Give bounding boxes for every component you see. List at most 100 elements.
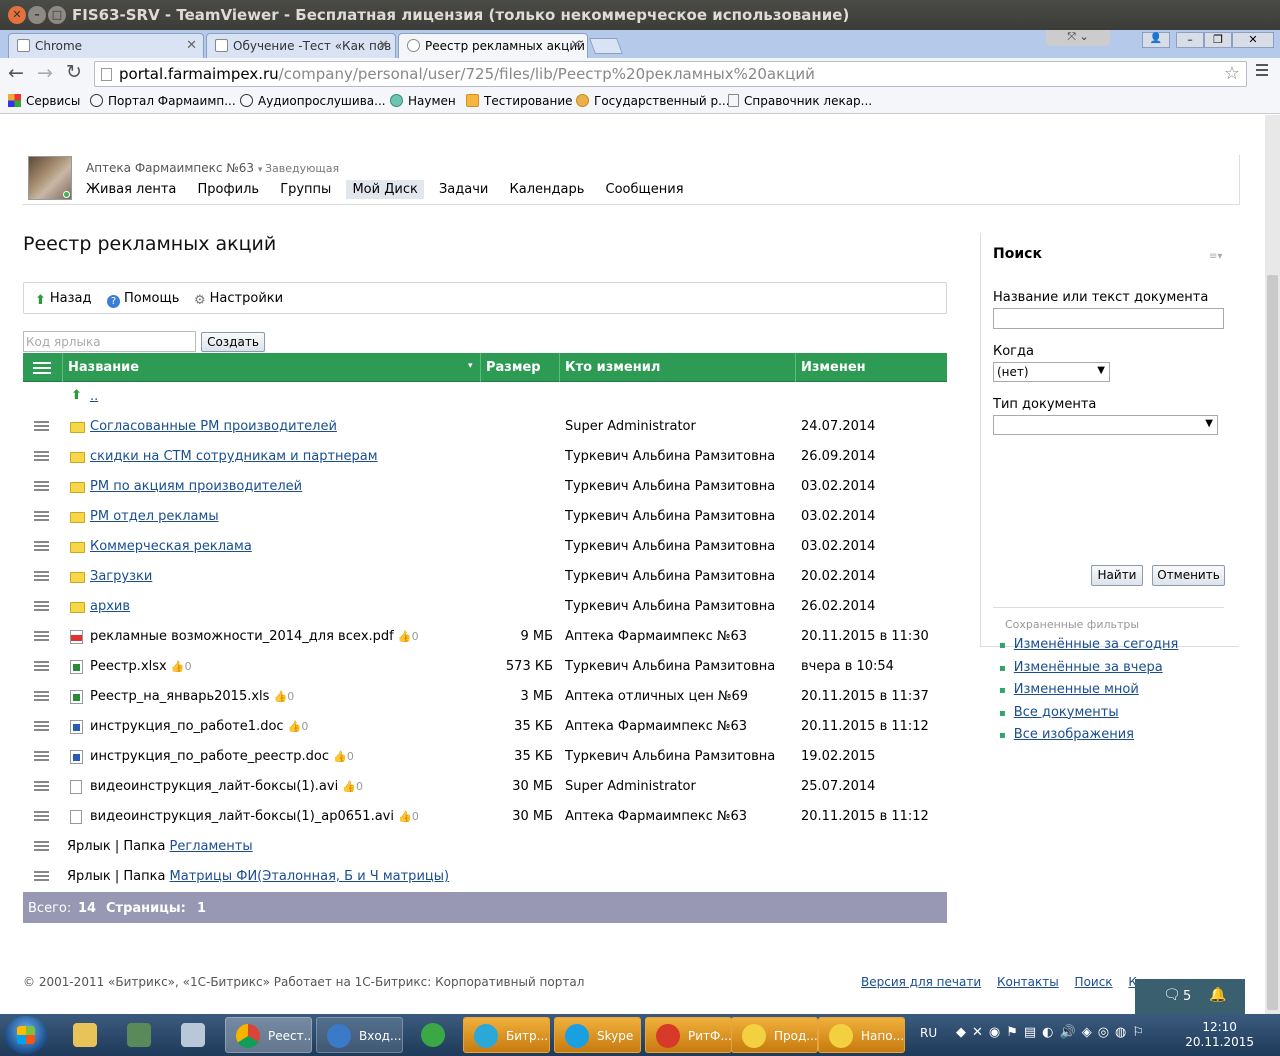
bookmark-audio[interactable]: Аудиопрослушива... [240, 94, 386, 108]
row-menu-icon[interactable] [34, 781, 49, 791]
like-icon[interactable]: 👍 [333, 750, 347, 763]
table-row[interactable]: рекламные возможности_2014_для всех.pdf … [23, 622, 947, 652]
reload-icon[interactable]: ↻ [66, 61, 82, 83]
filter-changed-by-me[interactable]: Измененные мной [999, 682, 1178, 705]
table-row[interactable]: инструкция_по_работе1.doc 👍0 35 КБ Аптека … [23, 712, 947, 742]
tab-registry[interactable]: Реестр рекламных акций ✕ [398, 33, 588, 58]
shortcut-code-input[interactable]: Код ярлыка [23, 331, 196, 352]
help-button[interactable]: ? Помощь [107, 291, 179, 308]
minimize-icon[interactable]: – [1176, 32, 1204, 48]
cancel-button[interactable]: Отменить [1152, 565, 1225, 586]
nav-live-feed[interactable]: Живая лента [80, 180, 182, 199]
table-row[interactable]: Реестр.xlsx 👍0 573 КБ Туркевич Альбина Рам… [23, 652, 947, 682]
file-name[interactable]: Реестр_на_январь2015.xls [90, 689, 269, 704]
table-row[interactable]: РМ по акциям производителей Туркевич Альб… [23, 472, 947, 502]
file-name[interactable]: рекламные возможности_2014_для всех.pdf [90, 629, 394, 644]
pages-value[interactable]: 1 [197, 901, 206, 916]
new-tab-button[interactable] [589, 38, 623, 54]
forward-arrow-icon[interactable]: → [37, 62, 53, 84]
like-icon[interactable]: 👍 [171, 660, 185, 673]
bookmark-drug-directory[interactable]: Справочник лекар... [728, 94, 872, 108]
settings-button[interactable]: ⚙ Настройки [194, 291, 283, 308]
table-row[interactable]: архив Туркевич Альбина Рамзитовна 26.02.20… [23, 592, 947, 622]
filter-all-images[interactable]: Все изображения [999, 727, 1178, 750]
bookmark-state-registry[interactable]: Государственный р... [576, 94, 730, 108]
row-menu-icon[interactable] [34, 601, 49, 611]
taskbar-bitrix[interactable]: Битр... [463, 1017, 550, 1053]
taskbar-sales[interactable]: Прод... [731, 1017, 818, 1053]
shortcut-row[interactable]: Ярлык | Папка Регламенты [23, 832, 947, 862]
shortcut-row[interactable]: Ярлык | Папка Матрицы ФИ(Эталонная, Б и … [23, 862, 947, 892]
file-name[interactable]: скидки на СТМ сотрудникам и партнерам [90, 449, 378, 464]
taskbar-explorer[interactable] [58, 1017, 112, 1053]
bookmark-services[interactable]: Сервисы [8, 94, 80, 108]
like-icon[interactable]: 👍 [274, 690, 288, 703]
doc-type-select[interactable]: ▼ [993, 415, 1218, 435]
table-row[interactable]: Реестр_на_январь2015.xls 👍0 3 МБ Аптека от… [23, 682, 947, 712]
find-button[interactable]: Найти [1091, 565, 1143, 586]
close-icon[interactable]: ✕ [1232, 32, 1274, 48]
table-row[interactable]: инструкция_по_работе_реестр.doc 👍0 35 КБ Т… [23, 742, 947, 772]
address-bar[interactable]: portal.farmaimpex.ru/company/personal/us… [94, 61, 1247, 87]
row-menu-icon[interactable] [34, 631, 49, 641]
row-menu-icon[interactable] [34, 871, 49, 881]
row-menu-icon[interactable] [34, 661, 49, 671]
bookmark-portal[interactable]: Портал Фармаимп... [90, 94, 236, 108]
nav-messages[interactable]: Сообщения [600, 180, 690, 199]
tab-training[interactable]: Обучение -Тест «Как пов ✕ [206, 33, 396, 58]
sort-icon[interactable]: ▾ [468, 361, 473, 371]
row-menu-icon[interactable] [34, 691, 49, 701]
back-button[interactable]: ⬆ Назад [35, 291, 92, 308]
tab-chrome[interactable]: Chrome ✕ [8, 33, 204, 58]
table-row[interactable]: РМ отдел рекламы Туркевич Альбина Рамзито… [23, 502, 947, 532]
table-row[interactable]: видеоинструкция_лайт-боксы(1)_ap0651.avi… [23, 802, 947, 832]
scrollbar-thumb[interactable] [1267, 275, 1278, 1010]
row-menu-icon[interactable] [34, 451, 49, 461]
close-window-button[interactable]: ✕ [8, 6, 26, 24]
column-modified[interactable]: Изменен [801, 360, 866, 375]
minimize-window-button[interactable]: – [28, 6, 46, 24]
taskbar-skype[interactable]: Skype [554, 1017, 641, 1053]
column-size[interactable]: Размер [486, 360, 541, 375]
table-row[interactable]: Загрузки Туркевич Альбина Рамзитовна 20.02… [23, 562, 947, 592]
doc-name-input[interactable] [993, 308, 1224, 329]
close-tab-icon[interactable]: ✕ [570, 38, 581, 53]
file-name[interactable]: РМ отдел рекламы [90, 509, 219, 524]
row-menu-icon[interactable] [34, 571, 49, 581]
nav-tasks[interactable]: Задачи [433, 180, 494, 199]
user-name[interactable]: Аптека Фармаимпекс №63 ▾ [86, 161, 262, 175]
file-name[interactable]: видеоинструкция_лайт-боксы(1)_ap0651.avi [90, 809, 394, 824]
tray-icons[interactable]: ◆✕◉⚑▤◐🔊◈◎◍⚐ [956, 1025, 1150, 1040]
file-name[interactable]: Коммерческая реклама [90, 539, 252, 554]
taskbar-1c[interactable]: РитФ... [645, 1017, 732, 1053]
user-icon[interactable]: 👤 [1142, 32, 1170, 48]
nav-groups[interactable]: Группы [274, 180, 337, 199]
contacts-link[interactable]: Контакты [997, 975, 1059, 989]
language-indicator[interactable]: RU [920, 1026, 937, 1040]
menu-icon[interactable] [1256, 64, 1268, 76]
filter-changed-today[interactable]: Изменённые за сегодня [999, 637, 1179, 660]
start-button[interactable] [5, 1016, 47, 1054]
teamviewer-controls[interactable]: ⤧ ⌄ [1046, 30, 1110, 46]
clock[interactable]: 12:10 20.11.2015 [1185, 1020, 1254, 1050]
chevron-down-icon[interactable]: ▾ [258, 165, 263, 175]
file-name[interactable]: РМ по акциям производителей [90, 479, 302, 494]
taskbar-browser[interactable] [406, 1017, 460, 1053]
bell-icon[interactable]: 🔔 [1209, 987, 1226, 1003]
taskbar-mail[interactable]: Вход... [316, 1017, 403, 1053]
filter-all-documents[interactable]: Все документы [999, 705, 1178, 728]
file-name[interactable]: архив [90, 599, 130, 614]
shortcut-link[interactable]: Матрицы ФИ(Эталонная, Б и Ч матрицы) [170, 869, 450, 884]
avatar[interactable] [28, 156, 72, 200]
panel-menu-icon[interactable]: ≡▾ [1209, 251, 1225, 262]
bookmark-testing[interactable]: Тестирование [466, 94, 573, 108]
close-tab-icon[interactable]: ✕ [186, 38, 197, 53]
file-name[interactable]: видеоинструкция_лайт-боксы(1).avi [90, 779, 338, 794]
search-link[interactable]: Поиск [1075, 975, 1113, 989]
like-icon[interactable]: 👍 [288, 720, 302, 733]
taskbar-calculator[interactable] [166, 1017, 220, 1053]
taskbar-reminder[interactable]: Напо... [818, 1017, 905, 1053]
taskbar-chrome[interactable]: Реест... [225, 1017, 312, 1053]
print-version-link[interactable]: Версия для печати [861, 975, 981, 989]
row-menu-icon[interactable] [34, 721, 49, 731]
